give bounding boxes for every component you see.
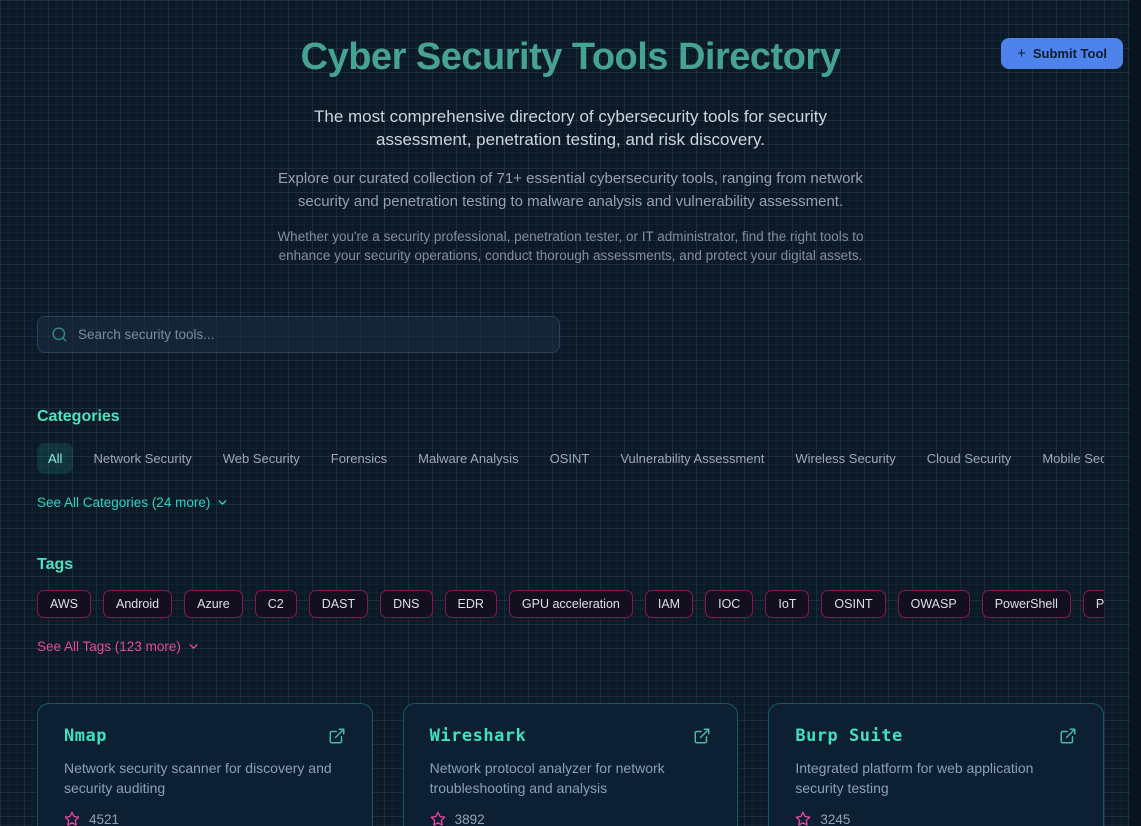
search-input[interactable] bbox=[78, 327, 546, 342]
search-icon bbox=[51, 326, 68, 343]
tool-card: Wireshark Network protocol analyzer for … bbox=[403, 703, 739, 826]
external-link-icon[interactable] bbox=[1059, 727, 1077, 745]
page-title: Cyber Security Tools Directory bbox=[37, 36, 1104, 79]
tool-name: Nmap bbox=[64, 726, 107, 746]
category-pill[interactable]: Forensics bbox=[320, 443, 398, 474]
tool-card: Nmap Network security scanner for discov… bbox=[37, 703, 373, 826]
cybersecurity-directory-page: + Submit Tool Cyber Security Tools Direc… bbox=[0, 0, 1141, 826]
tag-pill[interactable]: IoT bbox=[765, 590, 809, 618]
hero-description: Explore our curated collection of 71+ es… bbox=[263, 168, 878, 213]
tag-pill[interactable]: DNS bbox=[380, 590, 432, 618]
hero-subtitle: The most comprehensive directory of cybe… bbox=[298, 106, 843, 151]
tool-description: Network security scanner for discovery a… bbox=[64, 758, 346, 799]
scrollbar-gutter[interactable] bbox=[1130, 0, 1141, 826]
tag-pill[interactable]: Azure bbox=[184, 590, 243, 618]
chevron-down-icon bbox=[187, 640, 200, 653]
tag-pill[interactable]: DAST bbox=[309, 590, 368, 618]
see-all-tags-button[interactable]: See All Tags (123 more) bbox=[37, 639, 200, 654]
categories-heading: Categories bbox=[37, 408, 1104, 426]
search-bar[interactable] bbox=[37, 316, 560, 353]
tag-pill[interactable]: OWASP bbox=[898, 590, 970, 618]
star-count: 3245 bbox=[795, 811, 1077, 826]
submit-tool-button[interactable]: + Submit Tool bbox=[1001, 38, 1123, 69]
star-count: 3892 bbox=[430, 811, 712, 826]
tag-pill[interactable]: C2 bbox=[255, 590, 297, 618]
see-all-categories-label: See All Categories (24 more) bbox=[37, 495, 210, 510]
category-pill[interactable]: OSINT bbox=[539, 443, 601, 474]
tool-card-grid: Nmap Network security scanner for discov… bbox=[37, 703, 1104, 826]
tag-pill[interactable]: OSINT bbox=[821, 590, 885, 618]
star-icon bbox=[430, 811, 446, 826]
tag-pill[interactable]: PowerShell bbox=[982, 590, 1071, 618]
category-pill[interactable]: Cloud Security bbox=[916, 443, 1023, 474]
tag-pill[interactable]: AWS bbox=[37, 590, 91, 618]
chevron-down-icon bbox=[216, 496, 229, 509]
star-count-value: 3892 bbox=[455, 812, 485, 826]
external-link-icon[interactable] bbox=[328, 727, 346, 745]
tool-description: Integrated platform for web application … bbox=[795, 758, 1077, 799]
tag-pill[interactable]: IOC bbox=[705, 590, 753, 618]
star-count-value: 3245 bbox=[820, 812, 850, 826]
category-pill[interactable]: Web Security bbox=[212, 443, 311, 474]
external-link-icon[interactable] bbox=[693, 727, 711, 745]
category-pill[interactable]: Wireless Security bbox=[784, 443, 906, 474]
tag-pill[interactable]: Python security bbox=[1083, 590, 1104, 618]
category-filter-list: All Network Security Web Security Forens… bbox=[37, 443, 1104, 474]
submit-tool-label: Submit Tool bbox=[1033, 46, 1107, 61]
plus-icon: + bbox=[1017, 46, 1026, 61]
star-icon bbox=[64, 811, 80, 826]
star-count: 4521 bbox=[64, 811, 346, 826]
tool-card: Burp Suite Integrated platform for web a… bbox=[768, 703, 1104, 826]
hero-tagline: Whether you're a security professional, … bbox=[271, 227, 871, 265]
tag-pill[interactable]: GPU acceleration bbox=[509, 590, 633, 618]
see-all-tags-label: See All Tags (123 more) bbox=[37, 639, 181, 654]
tag-filter-list: AWS Android Azure C2 DAST DNS EDR GPU ac… bbox=[37, 590, 1104, 618]
tool-description: Network protocol analyzer for network tr… bbox=[430, 758, 712, 799]
tags-heading: Tags bbox=[37, 556, 1104, 574]
tool-name: Wireshark bbox=[430, 726, 527, 746]
tag-pill[interactable]: EDR bbox=[445, 590, 497, 618]
tool-name: Burp Suite bbox=[795, 726, 902, 746]
category-pill[interactable]: Network Security bbox=[82, 443, 202, 474]
category-pill[interactable]: Malware Analysis bbox=[407, 443, 529, 474]
star-icon bbox=[795, 811, 811, 826]
category-pill[interactable]: Mobile Security bbox=[1031, 443, 1104, 474]
category-pill[interactable]: Vulnerability Assessment bbox=[609, 443, 775, 474]
tag-pill[interactable]: IAM bbox=[645, 590, 693, 618]
tag-pill[interactable]: Android bbox=[103, 590, 172, 618]
category-pill[interactable]: All bbox=[37, 443, 73, 474]
see-all-categories-button[interactable]: See All Categories (24 more) bbox=[37, 495, 229, 510]
star-count-value: 4521 bbox=[89, 812, 119, 826]
